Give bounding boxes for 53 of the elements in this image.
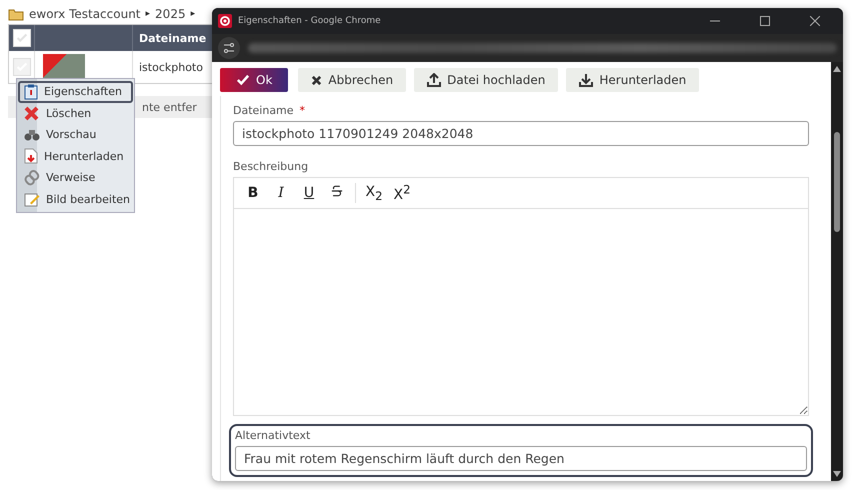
close-icon bbox=[810, 16, 820, 26]
breadcrumb-link[interactable]: 2025 bbox=[155, 7, 186, 21]
checkbox[interactable] bbox=[12, 58, 30, 76]
toolbar-button[interactable]: Abbrechen bbox=[298, 68, 406, 92]
input-field[interactable]: Frau mit rotem Regenschirm läuft durch den Regen bbox=[235, 446, 807, 471]
binoculars-icon bbox=[24, 128, 40, 142]
scroll-down-icon[interactable] bbox=[833, 471, 841, 477]
format-button[interactable]: U bbox=[296, 181, 322, 205]
field-label: Beschreibung bbox=[233, 160, 308, 173]
field-label: Dateiname bbox=[233, 104, 294, 117]
toolbar-button[interactable]: Ok bbox=[220, 68, 288, 92]
status-text: nte entfer bbox=[142, 100, 197, 114]
field-label: Alternativtext bbox=[235, 429, 310, 442]
format-button[interactable]: X$_{2}$ bbox=[361, 181, 387, 205]
edit-image-icon bbox=[24, 191, 40, 208]
table-cell-text: istockphoto bbox=[138, 60, 203, 74]
close-icon bbox=[311, 74, 322, 86]
format-button[interactable]: I bbox=[268, 181, 294, 205]
checkbox[interactable] bbox=[12, 29, 30, 47]
column-header[interactable]: Dateiname bbox=[133, 32, 206, 44]
upload-icon bbox=[427, 73, 442, 87]
scroll-up-icon[interactable] bbox=[833, 66, 841, 72]
menu-item[interactable]: Löschen bbox=[18, 102, 133, 124]
window-title: Eigenschaften - Google Chrome bbox=[238, 16, 382, 26]
menu-item[interactable]: Vorschau bbox=[18, 124, 133, 146]
settings-icon bbox=[218, 37, 240, 59]
breadcrumb-separator: ▸ bbox=[190, 9, 196, 19]
toolbar-button[interactable]: Herunterladen bbox=[566, 68, 700, 92]
scrollbar[interactable] bbox=[831, 62, 843, 481]
app-logo-icon bbox=[218, 14, 232, 28]
strikethrough-icon bbox=[330, 184, 344, 198]
menu-item[interactable]: Bild bearbeiten bbox=[18, 188, 133, 210]
download-icon bbox=[579, 73, 594, 87]
delete-icon bbox=[24, 105, 40, 122]
photo-placeholder bbox=[43, 54, 85, 80]
menu-item[interactable]: Eigenschaften bbox=[18, 81, 133, 102]
chain-link-icon bbox=[24, 170, 40, 186]
input-field[interactable]: istockphoto 1170901249 2048x2048 bbox=[233, 121, 809, 146]
check-icon bbox=[236, 74, 250, 86]
format-button[interactable]: X$^{2}$ bbox=[389, 181, 415, 205]
menu-item[interactable]: Verweise bbox=[18, 167, 133, 188]
maximize-icon bbox=[760, 16, 770, 26]
format-button[interactable]: B bbox=[240, 181, 266, 205]
download-file-icon bbox=[24, 148, 38, 164]
clipboard-icon bbox=[24, 84, 38, 100]
checkmark-icon bbox=[14, 31, 28, 45]
menu-item[interactable]: Herunterladen bbox=[18, 146, 133, 167]
folder-icon bbox=[8, 8, 24, 20]
required-mark: * bbox=[300, 104, 306, 117]
breadcrumb-separator: ▸ bbox=[146, 9, 150, 19]
toolbar-button[interactable]: Datei hochladen bbox=[414, 68, 558, 92]
checkmark-icon bbox=[14, 60, 28, 74]
breadcrumb-link[interactable]: eworx Testaccount bbox=[29, 7, 141, 21]
